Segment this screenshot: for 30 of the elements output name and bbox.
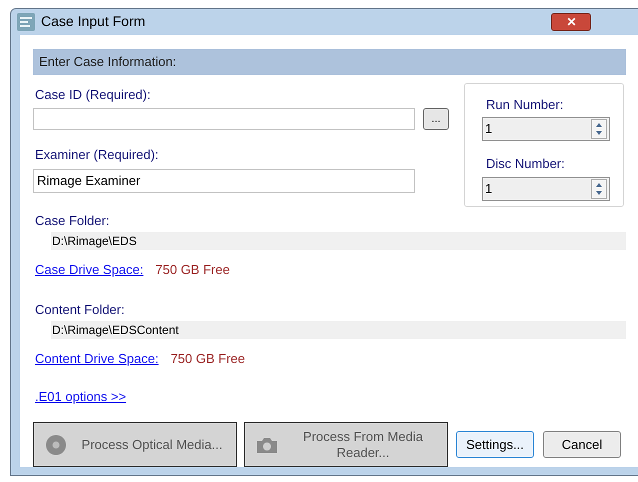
app-icon — [17, 12, 35, 31]
examiner-field[interactable]: Rimage Examiner — [33, 168, 415, 192]
case-id-field[interactable] — [33, 108, 415, 130]
close-button[interactable]: ✕ — [551, 12, 592, 31]
spinner-value: 1 — [485, 180, 494, 198]
drive-space-link[interactable]: Content Drive Space: — [35, 349, 159, 368]
examiner-label: Examiner (Required): — [35, 146, 160, 164]
folder-label: Content Folder: — [35, 300, 126, 318]
section-header: Enter Case Information: — [33, 48, 626, 74]
options-link[interactable]: .E01 options >> — [35, 386, 126, 406]
case-id-label: Case ID (Required): — [35, 86, 152, 104]
folder-path: D:\Rimage\EDS — [51, 232, 626, 250]
browse-button[interactable]: ... — [423, 108, 449, 130]
folder-path: D:\Rimage\EDSContent — [51, 321, 626, 339]
disc-number-label: Disc Number: — [486, 155, 566, 173]
dialog-button[interactable]: Cancel — [543, 431, 621, 458]
disc-icon — [46, 434, 66, 454]
drive-space-link[interactable]: Case Drive Space: — [35, 260, 144, 280]
dialog-button[interactable]: Settings... — [456, 431, 534, 458]
free-space-text: 750 GB Free — [155, 261, 230, 279]
free-space-text: 750 GB Free — [170, 350, 246, 368]
window-title: Case Input Form — [41, 12, 146, 32]
folder-label: Case Folder: — [35, 212, 110, 230]
camera-icon — [257, 436, 277, 452]
up-down-arrows-icon[interactable] — [591, 178, 607, 198]
number-spinner[interactable]: 1 — [482, 176, 610, 200]
spinner-value: 1 — [485, 120, 494, 138]
number-spinner[interactable]: 1 — [482, 117, 610, 141]
up-down-arrows-icon[interactable] — [591, 119, 607, 139]
run-number-label: Run Number: — [486, 96, 564, 114]
